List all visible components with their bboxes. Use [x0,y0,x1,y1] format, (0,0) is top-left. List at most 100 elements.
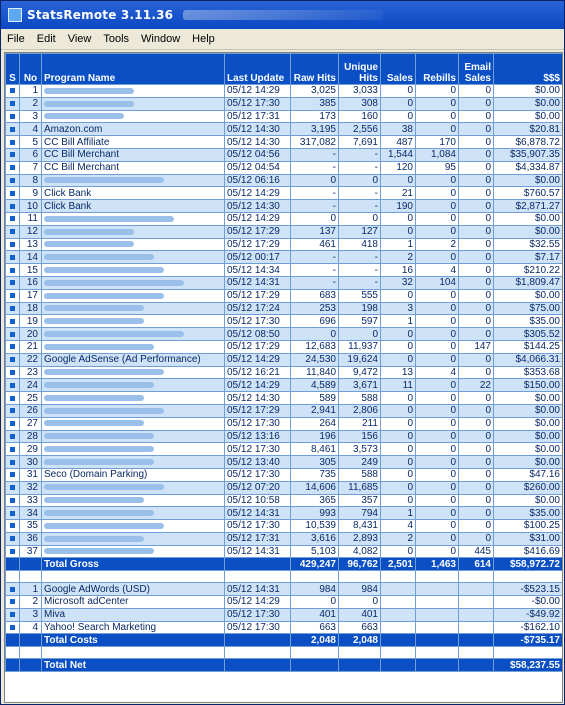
cost-row[interactable]: 3 Miva 05/12 17:30 401 401 -$49.92 [5,607,562,622]
status-square-icon [10,305,15,311]
program-row[interactable]: 22 Google AdSense (Ad Performance) 05/12 1… [5,352,562,367]
program-name: Seco (Domain Parking) [41,467,225,482]
program-row[interactable]: 28 05/12 13:16 196 156 0 0 0 $0.00 [5,429,562,444]
program-row[interactable]: 5 CC Bill Affiliate 05/12 14:30 317,082 7,69… [5,135,562,149]
last-update: 05/12 14:29 [224,378,291,393]
email-sales [458,620,494,635]
last-update: 05/12 14:29 [224,595,291,609]
program-row[interactable]: 29 05/12 17:30 8,461 3,573 0 0 0 $0.00 [5,442,562,457]
update-date: 05/12 [227,277,253,289]
menu-window[interactable]: Window [135,33,186,45]
update-date: 05/12 [227,469,253,481]
col-header-program[interactable]: Program Name [41,53,225,85]
program-row[interactable]: 26 05/12 17:29 2,941 2,806 0 0 0 $0.00 [5,403,562,418]
spacer-cell [458,646,494,660]
program-row[interactable]: 21 05/12 17:29 12,683 11,937 0 0 147 $144.25 [5,339,562,354]
cost-row[interactable]: 1 Google AdWords (USD) 05/12 14:31 984 984 -$… [5,582,562,597]
program-row[interactable]: 9 Click Bank 05/12 14:29- -21 0 0 $760.57 [5,186,562,201]
menu-file[interactable]: File [1,33,31,45]
last-update: 05/12 08:50 [224,327,291,341]
sales: 0 [380,288,416,303]
raw-hits: 24,530 [290,352,339,367]
menu-view[interactable]: View [62,33,98,45]
col-header-unique[interactable]: Unique Hits [338,53,381,85]
program-row[interactable]: 6 CC Bill Merchant 05/12 04:56- -1,544 1,084… [5,147,562,162]
status-square-icon [10,139,15,145]
program-row[interactable]: 8 05/12 06:16 0 0 0 0 0 $0.00 [5,173,562,188]
col-header-update[interactable]: Last Update [224,53,291,85]
blurred-name [44,382,154,389]
raw-hits: - [290,263,339,277]
program-row[interactable]: 12 05/12 17:29 137 127 0 0 0 $0.00 [5,224,562,239]
program-row[interactable]: 3 05/12 17:31 173 160 0 0 0 $0.00 [5,109,562,124]
update-date: 05/12 [227,98,253,110]
program-row[interactable]: 25 05/12 14:30 589 588 0 0 0 $0.00 [5,391,562,405]
unique-hits: - [338,275,381,290]
row-number: 30 [19,455,42,469]
status-cell [5,250,20,265]
program-row[interactable]: 30 05/12 13:40 305 249 0 0 0 $0.00 [5,455,562,469]
program-row[interactable]: 13 05/12 17:29 461 418 1 2 0 $32.55 [5,237,562,252]
program-row[interactable]: 19 05/12 17:30 696 597 1 0 0 $35.00 [5,314,562,329]
status-square-icon [10,599,15,605]
program-row[interactable]: 17 05/12 17:29 683 555 0 0 0 $0.00 [5,288,562,303]
program-row[interactable]: 4 Amazon.com 05/12 14:30 3,195 2,556 38 0 0 $20.… [5,122,562,137]
raw-hits: 8,461 [290,442,339,457]
rebills: 0 [415,84,459,98]
total-gross-row: Total Gross 429,247 96,762 2,501 1,463 614 $58… [5,557,562,572]
unique-hits: 156 [338,429,381,444]
unique-hits: 160 [338,109,381,124]
cost-row[interactable]: 4 Yahoo! Search Marketing 05/12 17:30 663 66… [5,620,562,635]
email-sales: 147 [458,339,494,354]
status-square-icon [10,126,15,132]
program-row[interactable]: 31 Seco (Domain Parking) 05/12 17:30 735 588… [5,467,562,482]
program-row[interactable]: 15 05/12 14:34- -16 4 0 $210.22 [5,263,562,277]
menu-help[interactable]: Help [186,33,221,45]
cost-row[interactable]: 2 Microsoft adCenter 05/12 14:29 0 0 -$0.00 [5,595,562,609]
program-row[interactable]: 32 05/12 07:20 14,606 11,685 0 0 0 $260.00 [5,480,562,495]
program-name [41,314,225,329]
update-date: 05/12 [227,379,253,391]
title-bar[interactable]: StatsRemote 3.11.36 [1,1,564,29]
col-header-money[interactable]: $$$ [493,53,562,85]
program-row[interactable]: 18 05/12 17:24 253 198 3 0 0 $75.00 [5,301,562,316]
program-name: Google AdWords (USD) [41,582,225,597]
raw-hits: 137 [290,224,339,239]
raw-hits: 683 [290,288,339,303]
program-row[interactable]: 23 05/12 16:21 11,840 9,472 13 4 0 $353.68 [5,365,562,380]
status-square-icon [10,254,15,260]
raw-hits: 589 [290,391,339,405]
program-row[interactable]: 27 05/12 17:30 264 211 0 0 0 $0.00 [5,416,562,431]
status-cell [5,467,20,482]
col-header-no[interactable]: No [19,53,42,85]
col-header-raw[interactable]: Raw Hits [290,53,339,85]
update-time: 14:30 [254,136,280,148]
menu-edit[interactable]: Edit [31,33,62,45]
col-header-sales[interactable]: Sales [380,53,416,85]
program-row[interactable]: 24 05/12 14:29 4,589 3,671 11 0 22 $150.00 [5,378,562,393]
raw-hits: - [290,186,339,201]
update-time: 14:30 [254,200,280,212]
program-row[interactable]: 36 05/12 17:31 3,616 2,893 2 0 0 $31.00 [5,531,562,546]
menu-tools[interactable]: Tools [97,33,135,45]
program-row[interactable]: 35 05/12 17:30 10,539 8,431 4 0 0 $100.25 [5,519,562,533]
col-header-s[interactable]: S [5,53,20,85]
program-row[interactable]: 1 05/12 14:29 3,025 3,033 0 0 0 $0.00 [5,84,562,98]
program-name [41,237,225,252]
program-row[interactable]: 16 05/12 14:31- -32 104 0 $1,809.47 [5,275,562,290]
program-row[interactable]: 20 05/12 08:50 0 0 0 0 0 $305.52 [5,327,562,341]
col-header-rebills[interactable]: Rebills [415,53,459,85]
program-row[interactable]: 37 05/12 14:31 5,103 4,082 0 0 445 $416.69 [5,544,562,559]
update-date: 05/12 [227,238,253,250]
program-row[interactable]: 34 05/12 14:31 993 794 1 0 0 $35.00 [5,506,562,521]
program-row[interactable]: 33 05/12 10:58 365 357 0 0 0 $0.00 [5,493,562,508]
program-row[interactable]: 7 CC Bill Merchant 05/12 04:54- -120 95 0 $4,3… [5,160,562,175]
program-row[interactable]: 14 05/12 00:17- -2 0 0 $7.17 [5,250,562,265]
update-time: 14:31 [254,507,280,519]
sales: 0 [380,211,416,226]
program-row[interactable]: 2 05/12 17:30 385 308 0 0 0 $0.00 [5,96,562,111]
email-sales: 0 [458,224,494,239]
col-header-email[interactable]: Email Sales [458,53,494,85]
program-row[interactable]: 11 05/12 14:29 0 0 0 0 0 $0.00 [5,211,562,226]
program-row[interactable]: 10 Click Bank 05/12 14:30- -190 0 0 $2,871.27 [5,199,562,213]
